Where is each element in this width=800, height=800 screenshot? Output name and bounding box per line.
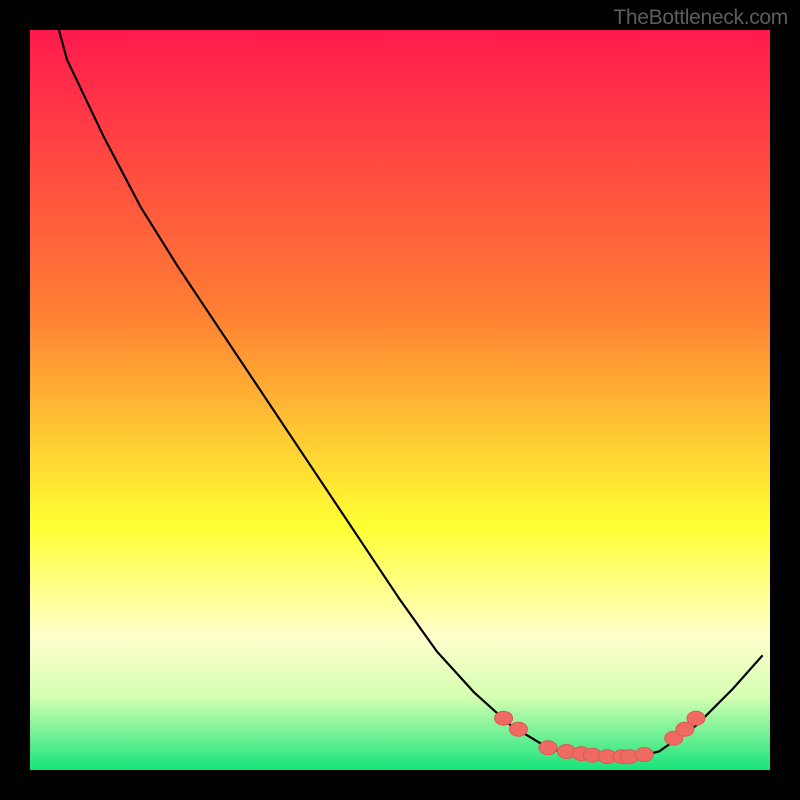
data-marker	[687, 711, 705, 725]
data-marker	[635, 748, 653, 762]
data-marker	[495, 711, 513, 725]
plot-background	[30, 30, 770, 770]
attribution-text: TheBottleneck.com	[613, 6, 788, 30]
data-marker	[509, 722, 527, 736]
data-marker	[539, 741, 557, 755]
chart-svg	[0, 0, 800, 800]
